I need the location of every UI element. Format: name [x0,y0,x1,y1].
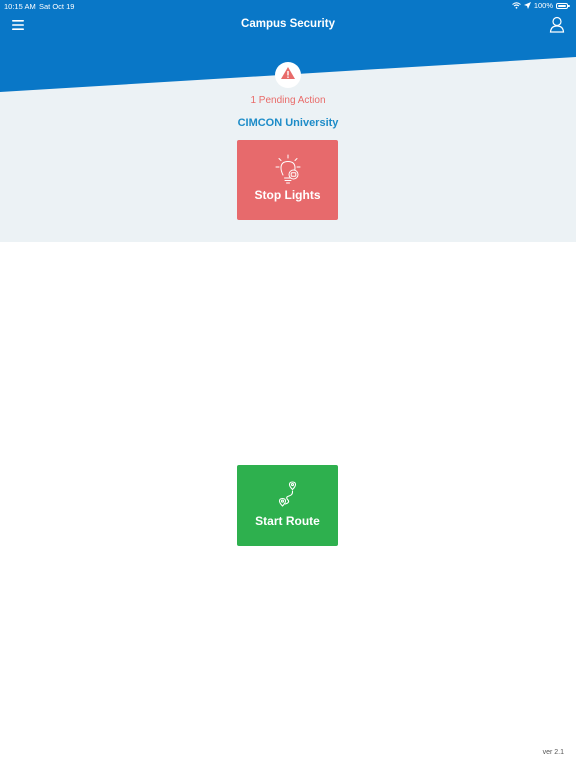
wifi-icon [511,2,521,9]
organization-name: CIMCON University [237,117,339,129]
route-pin-icon [237,479,338,511]
location-icon [523,2,531,9]
status-bar: 10:15 AM Sat Oct 19 100% [0,0,576,13]
status-right: 100% [511,1,570,10]
warning-triangle-icon [280,66,296,85]
start-route-label: Start Route [255,514,320,528]
stop-lights-label: Stop Lights [254,188,321,202]
user-profile-icon[interactable] [549,16,565,33]
battery-icon [556,2,570,9]
alert-badge[interactable] [275,62,301,88]
page-title: Campus Security [241,18,335,30]
lightbulb-icon [237,154,338,186]
version-label: ver 2.1 [542,749,564,756]
nav-bar: Campus Security [0,13,576,39]
status-date: Sat Oct 19 [39,2,75,11]
stop-lights-button[interactable]: Stop Lights [237,140,338,220]
start-route-button[interactable]: Start Route [237,465,338,546]
status-time: 10:15 AM [4,2,36,11]
pending-action-link[interactable]: 1 Pending Action [0,95,576,106]
battery-percent: 100% [533,1,553,10]
